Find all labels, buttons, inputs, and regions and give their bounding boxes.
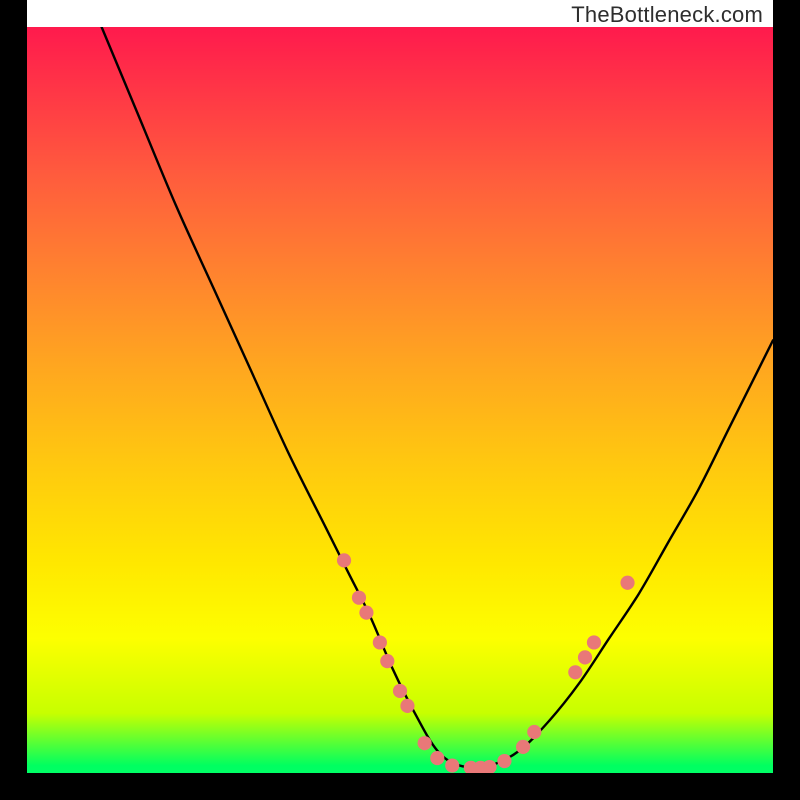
watermark-text: TheBottleneck.com [571,2,763,28]
curve-markers [337,553,635,773]
curve-marker [568,665,582,679]
curve-marker [373,635,387,649]
curve-marker [445,758,459,772]
curve-marker [587,635,601,649]
curve-marker [482,760,496,773]
curve-marker [578,650,592,664]
curve-marker [516,740,530,754]
curve-marker [620,576,634,590]
curve-marker [430,751,444,765]
curve-marker [352,591,366,605]
chart-area [27,27,773,773]
curve-marker [337,553,351,567]
curve-marker [527,725,541,739]
curve-marker [497,754,511,768]
curve-marker [359,606,373,620]
chart-svg [27,27,773,773]
curve-marker [393,684,407,698]
curve-marker [400,699,414,713]
curve-marker [418,736,432,750]
watermark-strip: TheBottleneck.com [27,0,773,27]
bottleneck-curve [102,27,773,767]
curve-marker [380,654,394,668]
